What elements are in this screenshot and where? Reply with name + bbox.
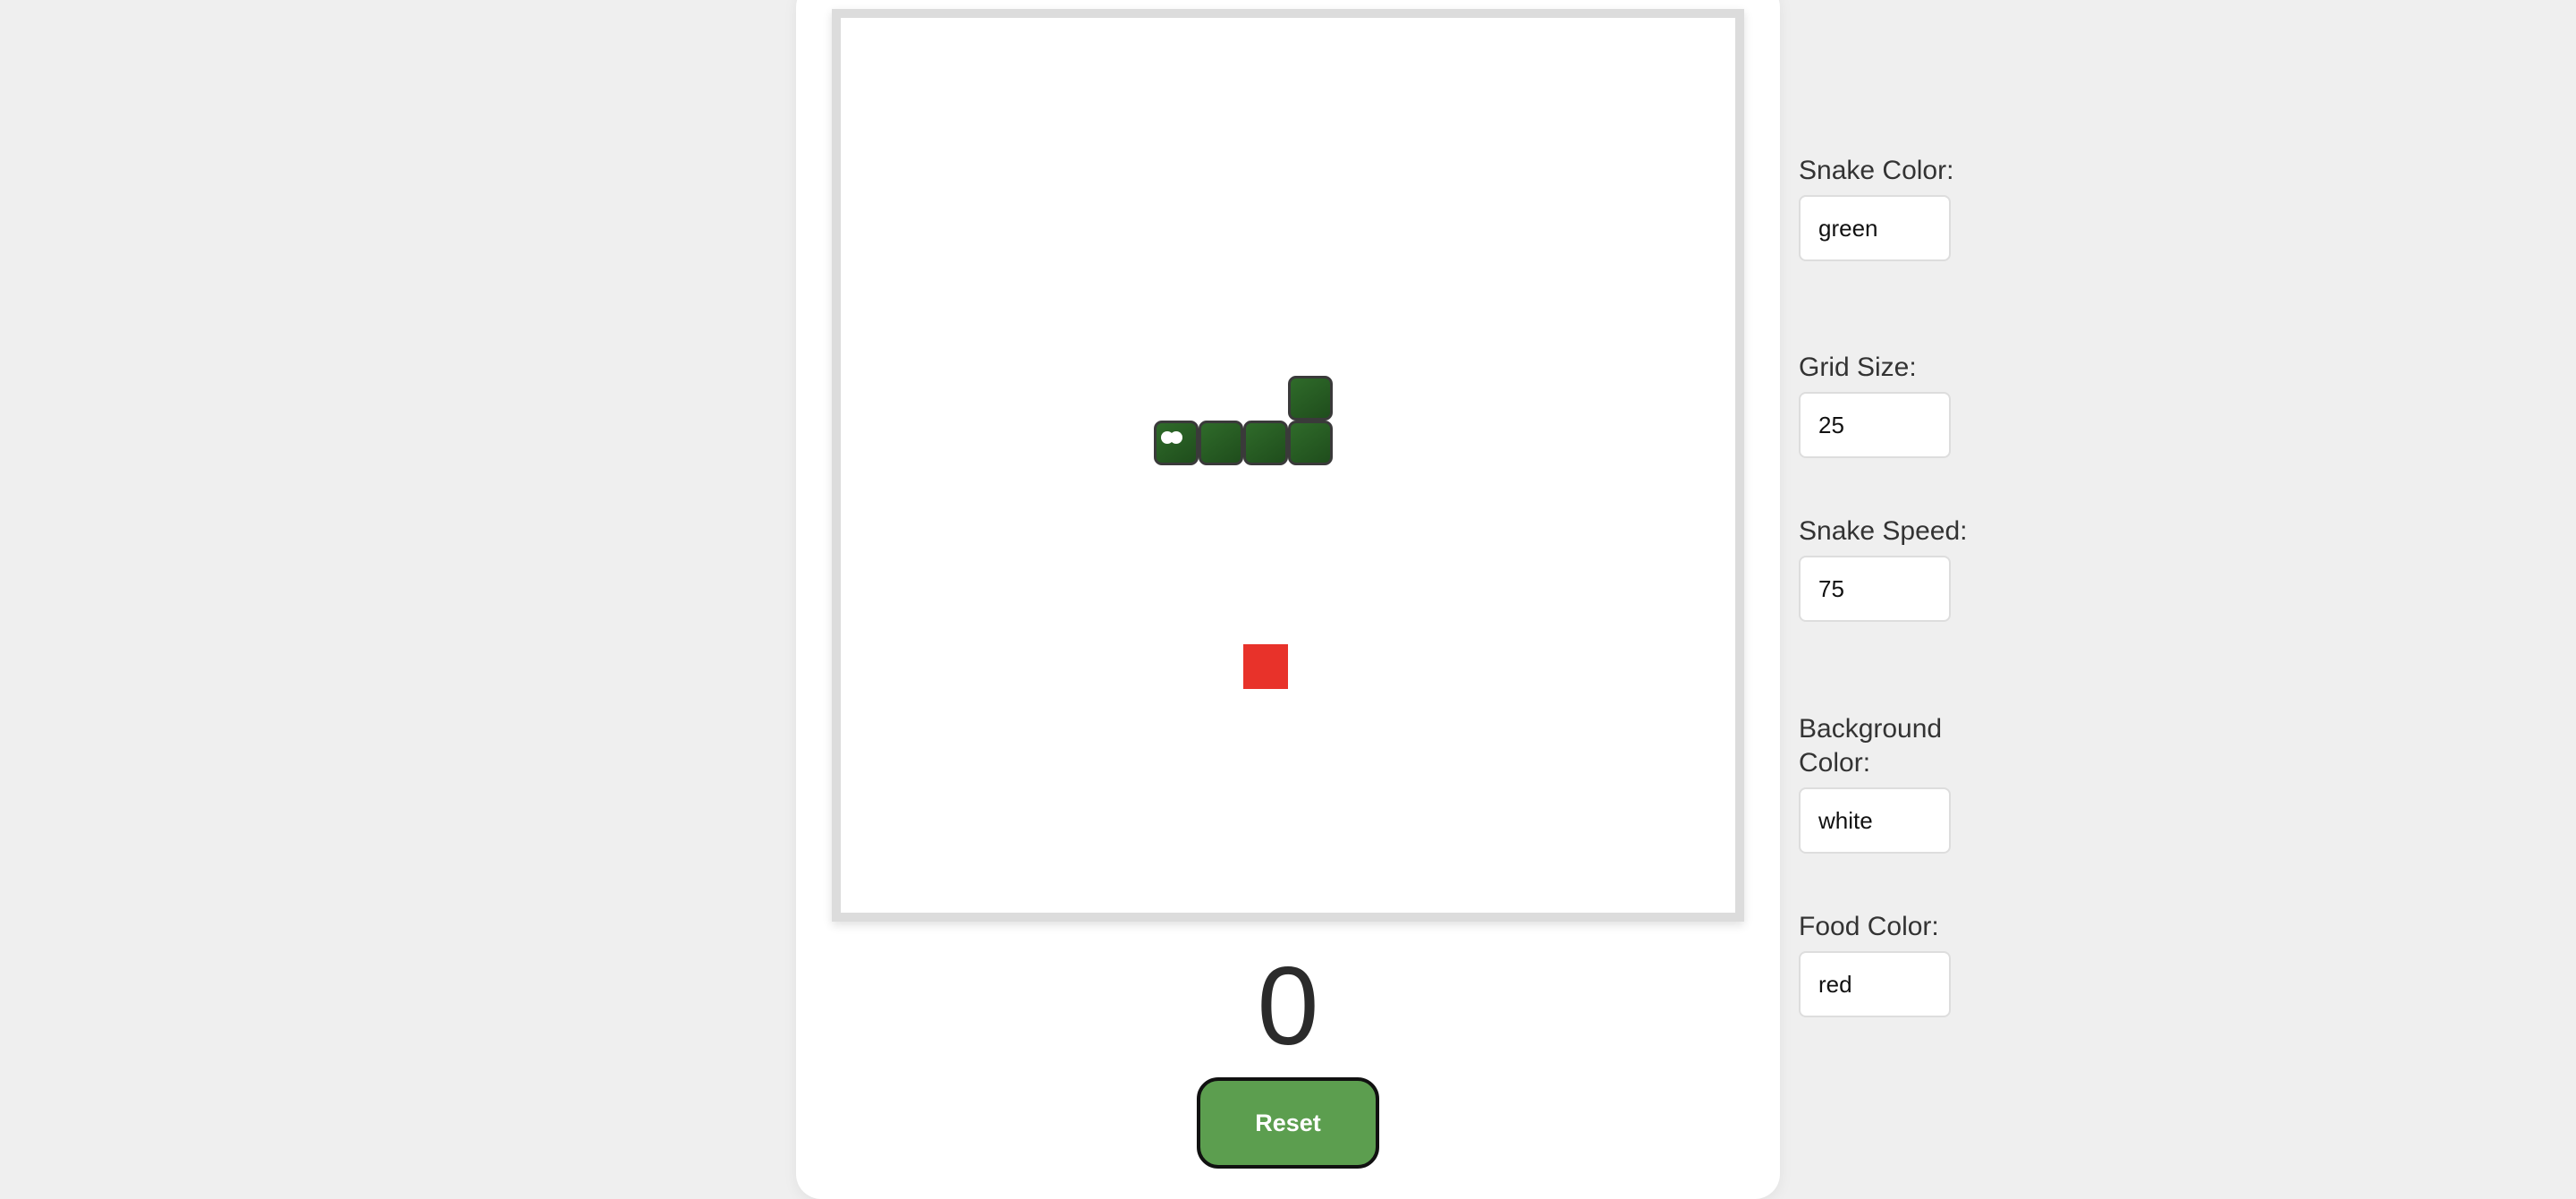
background-color-label: Background Color: xyxy=(1799,714,1943,778)
setting-grid-size: Grid Size: xyxy=(1799,351,1978,458)
setting-background-color: Background Color: xyxy=(1799,712,1978,854)
page: 0 Reset Snake Color: Grid Size: Snake Sp… xyxy=(0,0,2576,1199)
setting-food-color: Food Color: xyxy=(1799,910,1978,1017)
snake-segment xyxy=(1288,421,1333,465)
grid-size-input[interactable] xyxy=(1799,392,1951,458)
grid-size-label: Grid Size: xyxy=(1799,353,1917,382)
game-board-frame xyxy=(832,9,1744,922)
game-board[interactable] xyxy=(841,18,1735,913)
snake-head xyxy=(1154,421,1199,465)
setting-snake-color: Snake Color: xyxy=(1799,154,1978,261)
snake-speed-label: Snake Speed: xyxy=(1799,516,1968,546)
snake-color-input[interactable] xyxy=(1799,195,1951,261)
food-item xyxy=(1243,644,1288,689)
snake-speed-input[interactable] xyxy=(1799,556,1951,622)
snake-color-label: Snake Color: xyxy=(1799,156,1954,185)
snake-eye-icon xyxy=(1170,431,1182,444)
snake-segment xyxy=(1199,421,1243,465)
food-color-input[interactable] xyxy=(1799,951,1951,1017)
score-display: 0 xyxy=(1257,945,1319,1068)
snake-segment xyxy=(1243,421,1288,465)
food-color-label: Food Color: xyxy=(1799,912,1939,941)
reset-button[interactable]: Reset xyxy=(1197,1077,1379,1169)
setting-snake-speed: Snake Speed: xyxy=(1799,514,1978,622)
background-color-input[interactable] xyxy=(1799,787,1951,854)
snake-segment xyxy=(1288,376,1333,421)
